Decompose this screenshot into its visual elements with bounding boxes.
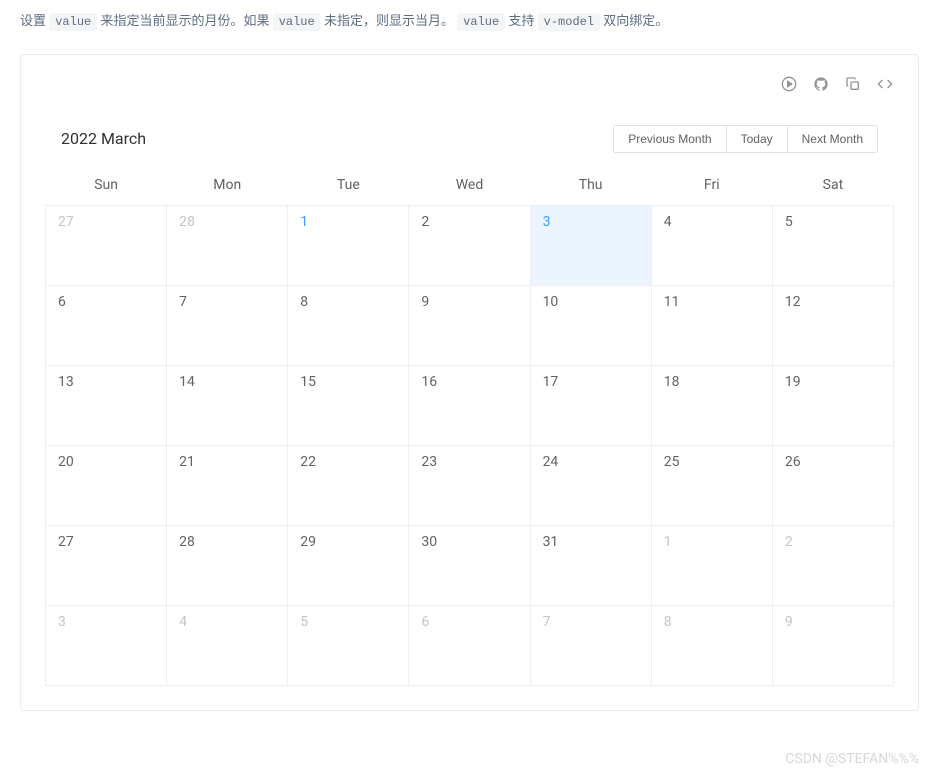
intro-part: 双向绑定。 bbox=[600, 14, 668, 29]
calendar-day-cell[interactable]: 28 bbox=[167, 205, 288, 285]
calendar-day-cell[interactable]: 22 bbox=[288, 445, 409, 525]
calendar-day-cell[interactable]: 10 bbox=[530, 285, 651, 365]
calendar-week-row: 13141516171819 bbox=[46, 365, 894, 445]
calendar-day-cell[interactable]: 6 bbox=[46, 285, 167, 365]
calendar-day-cell[interactable]: 9 bbox=[409, 285, 530, 365]
calendar-nav: Previous Month Today Next Month bbox=[613, 125, 878, 153]
calendar-day-cell[interactable]: 15 bbox=[288, 365, 409, 445]
weekday-header: Sun bbox=[46, 165, 167, 206]
calendar-week-row: 20212223242526 bbox=[46, 445, 894, 525]
demo-card: 2022 March Previous Month Today Next Mon… bbox=[20, 54, 919, 711]
calendar-day-cell[interactable]: 28 bbox=[167, 525, 288, 605]
calendar-week-row: 272812345 bbox=[46, 205, 894, 285]
calendar-day-cell[interactable]: 31 bbox=[530, 525, 651, 605]
calendar-day-cell[interactable]: 29 bbox=[288, 525, 409, 605]
weekday-row: SunMonTueWedThuFriSat bbox=[46, 165, 894, 206]
calendar-title: 2022 March bbox=[61, 129, 146, 148]
calendar-day-cell[interactable]: 27 bbox=[46, 205, 167, 285]
calendar-day-cell[interactable]: 24 bbox=[530, 445, 651, 525]
calendar-day-cell[interactable]: 7 bbox=[530, 605, 651, 685]
calendar-week-row: 6789101112 bbox=[46, 285, 894, 365]
calendar-day-cell[interactable]: 16 bbox=[409, 365, 530, 445]
today-button[interactable]: Today bbox=[726, 125, 788, 153]
calendar-day-cell[interactable]: 13 bbox=[46, 365, 167, 445]
weekday-header: Wed bbox=[409, 165, 530, 206]
calendar-day-cell[interactable]: 9 bbox=[772, 605, 893, 685]
calendar-day-cell[interactable]: 2 bbox=[409, 205, 530, 285]
intro-part: 来指定当前显示的月份。如果 bbox=[97, 14, 272, 29]
calendar-day-cell[interactable]: 18 bbox=[651, 365, 772, 445]
watermark: CSDN @STEFAN%%% bbox=[785, 751, 919, 767]
prev-month-button[interactable]: Previous Month bbox=[613, 125, 726, 153]
weekday-header: Fri bbox=[651, 165, 772, 206]
calendar-day-cell[interactable]: 3 bbox=[46, 605, 167, 685]
calendar-day-cell[interactable]: 23 bbox=[409, 445, 530, 525]
weekday-header: Thu bbox=[530, 165, 651, 206]
calendar-day-cell[interactable]: 20 bbox=[46, 445, 167, 525]
weekday-header: Mon bbox=[167, 165, 288, 206]
calendar-day-cell[interactable]: 11 bbox=[651, 285, 772, 365]
calendar-day-cell[interactable]: 1 bbox=[288, 205, 409, 285]
calendar-day-cell[interactable]: 6 bbox=[409, 605, 530, 685]
calendar-table: SunMonTueWedThuFriSat 272812345678910111… bbox=[45, 165, 894, 686]
calendar-day-cell[interactable]: 5 bbox=[772, 205, 893, 285]
calendar-day-cell[interactable]: 4 bbox=[167, 605, 288, 685]
intro-part: 设置 bbox=[20, 14, 49, 29]
calendar-body: 2728123456789101112131415161718192021222… bbox=[46, 205, 894, 685]
copy-icon[interactable] bbox=[844, 75, 862, 93]
intro-code: value bbox=[273, 13, 321, 31]
calendar-day-cell[interactable]: 17 bbox=[530, 365, 651, 445]
calendar-week-row: 3456789 bbox=[46, 605, 894, 685]
intro-code: value bbox=[457, 13, 505, 31]
calendar-day-cell[interactable]: 25 bbox=[651, 445, 772, 525]
calendar-day-cell[interactable]: 1 bbox=[651, 525, 772, 605]
weekday-header: Sat bbox=[772, 165, 893, 206]
code-icon[interactable] bbox=[876, 75, 894, 93]
demo-toolbar bbox=[45, 75, 894, 93]
calendar-day-cell[interactable]: 21 bbox=[167, 445, 288, 525]
play-icon[interactable] bbox=[780, 75, 798, 93]
intro-code: v-model bbox=[538, 13, 600, 31]
weekday-header: Tue bbox=[288, 165, 409, 206]
intro-code: value bbox=[49, 13, 97, 31]
calendar-day-cell[interactable]: 19 bbox=[772, 365, 893, 445]
intro-part: 支持 bbox=[505, 14, 537, 29]
next-month-button[interactable]: Next Month bbox=[787, 125, 878, 153]
calendar-day-cell[interactable]: 30 bbox=[409, 525, 530, 605]
calendar-day-cell[interactable]: 2 bbox=[772, 525, 893, 605]
calendar-day-cell[interactable]: 7 bbox=[167, 285, 288, 365]
calendar-header: 2022 March Previous Month Today Next Mon… bbox=[45, 113, 894, 165]
calendar-day-cell[interactable]: 3 bbox=[530, 205, 651, 285]
calendar-day-cell[interactable]: 14 bbox=[167, 365, 288, 445]
calendar-day-cell[interactable]: 5 bbox=[288, 605, 409, 685]
calendar-day-cell[interactable]: 8 bbox=[288, 285, 409, 365]
github-icon[interactable] bbox=[812, 75, 830, 93]
calendar-day-cell[interactable]: 12 bbox=[772, 285, 893, 365]
calendar-week-row: 272829303112 bbox=[46, 525, 894, 605]
calendar-day-cell[interactable]: 8 bbox=[651, 605, 772, 685]
intro-part: 未指定，则显示当月。 bbox=[321, 14, 457, 29]
calendar-day-cell[interactable]: 4 bbox=[651, 205, 772, 285]
calendar-day-cell[interactable]: 26 bbox=[772, 445, 893, 525]
intro-text: 设置 value 来指定当前显示的月份。如果 value 未指定，则显示当月。 … bbox=[20, 10, 919, 34]
calendar-day-cell[interactable]: 27 bbox=[46, 525, 167, 605]
